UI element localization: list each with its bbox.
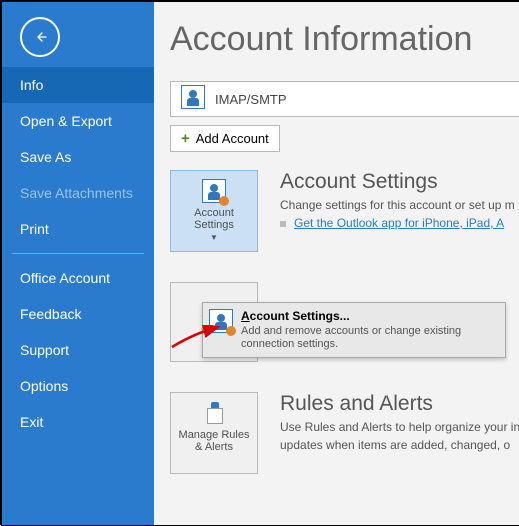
sidebar-item-support[interactable]: Support <box>2 332 154 368</box>
sidebar-item-save-attachments: Save Attachments <box>2 175 154 211</box>
plus-icon: + <box>181 130 190 147</box>
sidebar-item-options[interactable]: Options <box>2 368 154 404</box>
sidebar-item-print[interactable]: Print <box>2 211 154 247</box>
account-settings-menu-item[interactable]: AAccount Settings...ccount Settings... A… <box>202 302 506 358</box>
manage-rules-button[interactable]: Manage Rules & Alerts <box>170 392 258 474</box>
popup-title: AAccount Settings...ccount Settings... <box>241 309 499 323</box>
rules-desc: Use Rules and Alerts to help organize yo… <box>280 420 519 434</box>
sidebar-item-open-export[interactable]: Open & Export <box>2 103 154 139</box>
account-settings-desc: Change settings for this account or set … <box>280 198 515 212</box>
backstage-sidebar: Info Open & Export Save As Save Attachme… <box>2 2 154 525</box>
account-selector[interactable]: IMAP/SMTP <box>170 81 519 117</box>
back-button[interactable] <box>20 17 60 57</box>
add-account-label: Add Account <box>196 131 269 146</box>
sidebar-item-exit[interactable]: Exit <box>2 404 154 440</box>
account-settings-icon <box>202 177 226 205</box>
sidebar-item-info[interactable]: Info <box>2 67 154 103</box>
sidebar-item-office-account[interactable]: Office Account <box>2 260 154 296</box>
account-type-label: IMAP/SMTP <box>215 92 287 107</box>
popup-desc: Add and remove accounts or change existi… <box>241 325 499 351</box>
account-card-icon <box>181 85 205 114</box>
rules-icon <box>203 399 225 427</box>
bullet-icon <box>280 221 286 227</box>
chevron-down-icon: ▼ <box>210 233 218 242</box>
section-rules: Manage Rules & Alerts Rules and Alerts U… <box>170 392 519 474</box>
main-panel: Account Information IMAP/SMTP + Add Acco… <box>154 2 519 525</box>
add-account-button[interactable]: + Add Account <box>170 125 280 152</box>
sidebar-item-save-as[interactable]: Save As <box>2 139 154 175</box>
account-settings-heading: Account Settings <box>280 170 515 194</box>
rules-heading: Rules and Alerts <box>280 392 519 416</box>
account-settings-button-label: Account Settings <box>175 207 253 231</box>
back-arrow-icon <box>32 29 48 45</box>
account-settings-menu-icon <box>209 309 233 338</box>
outlook-app-link[interactable]: Get the Outlook app for iPhone, iPad, A <box>294 216 504 230</box>
sidebar-separator <box>12 253 144 254</box>
rules-desc2: updates when items are added, changed, o <box>280 438 519 452</box>
account-settings-button[interactable]: Account Settings ▼ <box>170 170 258 252</box>
section-account-settings: Account Settings ▼ Account Settings Chan… <box>170 170 519 252</box>
sidebar-item-feedback[interactable]: Feedback <box>2 296 154 332</box>
page-title: Account Information <box>170 20 519 59</box>
manage-rules-button-label: Manage Rules & Alerts <box>175 429 253 453</box>
